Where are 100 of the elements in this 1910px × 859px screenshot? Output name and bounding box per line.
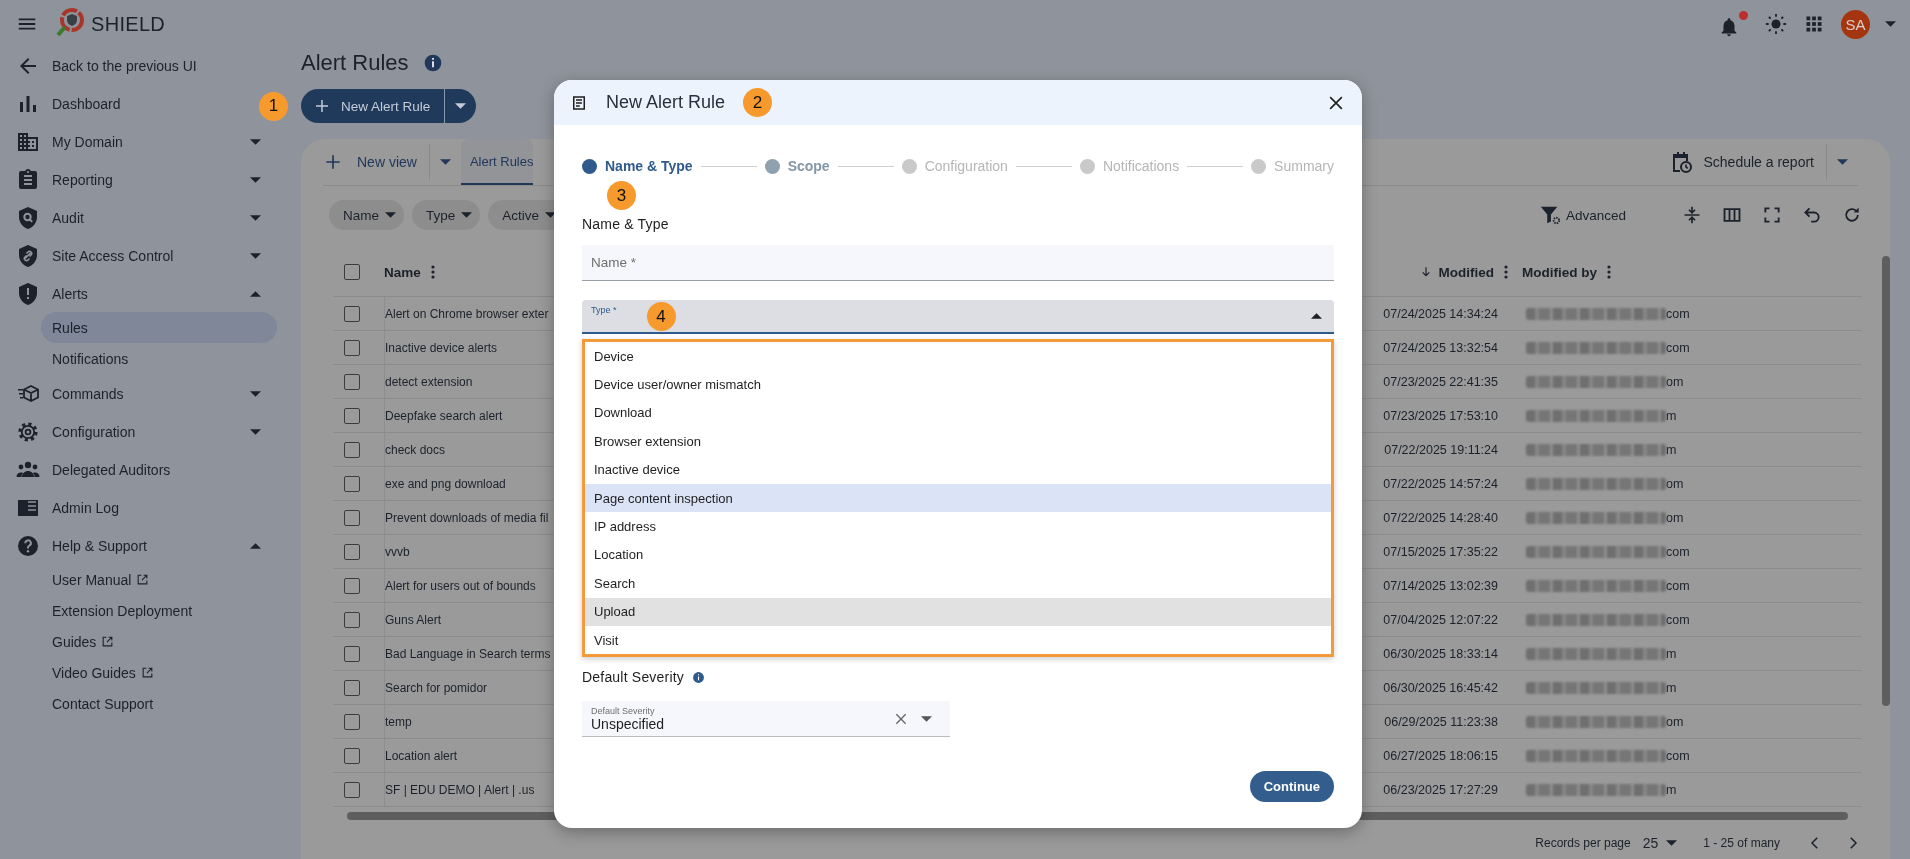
filter-chip[interactable]: Type (412, 200, 481, 230)
dropdown-option[interactable]: Location (585, 540, 1331, 570)
sidebar-item[interactable]: My Domain (0, 124, 290, 160)
sidebar-item[interactable]: Help & Support (0, 528, 290, 564)
table-cell-text: 07/22/2025 14:57:24 (1382, 476, 1499, 491)
columns-icon (1722, 205, 1742, 225)
page-size-select[interactable]: 25 (1638, 835, 1678, 851)
row-checkbox[interactable] (344, 543, 360, 560)
plus-icon (313, 97, 331, 115)
sidebar-item[interactable]: Back to the previous UI (0, 48, 290, 84)
sidebar-item[interactable]: Site Access Control (0, 238, 290, 274)
severity-select-field[interactable]: Default Severity Unspecified (582, 701, 950, 738)
table-cell-text: 07/22/2025 19:11:24 (1383, 442, 1499, 457)
theme-button[interactable] (1765, 13, 1787, 35)
name-input-field[interactable]: Name * (582, 245, 1334, 281)
callout-badge: 2 (743, 88, 773, 117)
undo-button[interactable] (1802, 205, 1822, 225)
dropdown-option[interactable]: Search (585, 569, 1331, 598)
dropdown-option[interactable]: Download (585, 398, 1331, 428)
sidebar-subitem[interactable]: Contact Support (41, 688, 277, 719)
chevron-down-icon (250, 391, 261, 397)
type-select-field[interactable]: Type * 4 (582, 300, 1334, 334)
settings-icon (16, 420, 40, 444)
sidebar-item[interactable]: Configuration (0, 414, 290, 450)
sidebar-item[interactable]: Audit (0, 200, 290, 236)
row-checkbox[interactable] (344, 713, 360, 730)
dropdown-option[interactable]: Visit (585, 625, 1331, 655)
avatar[interactable]: SA (1841, 9, 1870, 39)
help-icon (16, 534, 40, 558)
new-alert-rule-button[interactable]: New Alert Rule (301, 89, 477, 123)
sidebar-subitem[interactable]: Extension Deployment (41, 595, 277, 626)
caret-icon (1885, 21, 1896, 27)
row-checkbox[interactable] (344, 679, 360, 696)
sidebar-item[interactable]: Admin Log (0, 490, 290, 526)
advanced-filter-button[interactable]: Advanced (1538, 204, 1626, 226)
sidebar-subitem[interactable]: Video Guides (41, 657, 277, 688)
view-tab[interactable]: Alert Rules (460, 139, 534, 185)
row-checkbox[interactable] (344, 509, 360, 526)
account-menu-button[interactable] (1885, 21, 1896, 27)
table-cell: om (1666, 374, 1684, 389)
caret-icon (461, 212, 473, 218)
fullscreen-button[interactable] (1762, 205, 1782, 225)
page-range: 1 - 25 of many (1703, 836, 1780, 850)
continue-button[interactable]: Continue (1249, 771, 1334, 803)
column-label: Modified by (1522, 264, 1597, 280)
column-header[interactable]: Modified by (1522, 264, 1611, 280)
sun-icon (1765, 13, 1787, 35)
apps-button[interactable] (1804, 14, 1824, 34)
row-checkbox[interactable] (344, 339, 360, 356)
grid-icon (1804, 14, 1824, 34)
row-checkbox[interactable] (344, 373, 360, 390)
sidebar-subitem[interactable]: User Manual (41, 564, 277, 595)
dropdown-option[interactable]: IP address (585, 512, 1331, 541)
row-checkbox[interactable] (344, 407, 360, 424)
dropdown-option[interactable]: Upload (585, 597, 1331, 626)
refresh-button[interactable] (1842, 205, 1862, 225)
chevron-up-icon (250, 291, 261, 297)
table-cell-text: 07/24/2025 14:34:24 (1382, 306, 1499, 321)
dropdown-option[interactable]: Page content inspection (585, 483, 1331, 513)
sidebar-subitem[interactable]: Rules (41, 312, 277, 343)
sidebar-subitem[interactable]: Notifications (41, 343, 277, 374)
dropdown-option[interactable]: Device user/owner mismatch (585, 370, 1331, 399)
schedule-report-button[interactable]: Schedule a report (1669, 144, 1827, 180)
callout-badge: 4 (646, 302, 676, 331)
chevron-down-icon (250, 177, 261, 183)
vertical-scrollbar[interactable] (1882, 256, 1890, 706)
section-title: Name & Type (582, 216, 670, 232)
columns-button[interactable] (1722, 205, 1742, 225)
row-checkbox[interactable] (344, 305, 360, 322)
dropdown-option[interactable]: Device (585, 342, 1331, 371)
row-checkbox[interactable] (344, 611, 360, 628)
table-cell: check docs (384, 433, 450, 466)
shield-search-icon (16, 206, 40, 230)
table-cell: Prevent downloads of media fil (384, 501, 553, 534)
sidebar-item[interactable]: Alerts (0, 276, 290, 312)
table-cell: m (1666, 782, 1677, 797)
new-view-button[interactable]: New view (323, 144, 430, 180)
density-icon (1682, 205, 1702, 225)
callout-badge: 3 (607, 181, 636, 210)
dropdown-option[interactable]: Browser extension (585, 427, 1331, 456)
row-checkbox[interactable] (344, 577, 360, 594)
sidebar-item[interactable]: Reporting (0, 162, 290, 198)
density-button[interactable] (1682, 205, 1702, 225)
sidebar-item[interactable]: Commands (0, 376, 290, 412)
column-header[interactable]: Modified (1418, 264, 1522, 280)
sidebar-item[interactable]: Delegated Auditors (0, 452, 290, 488)
row-checkbox[interactable] (344, 645, 360, 662)
row-checkbox[interactable] (344, 747, 360, 764)
filter-chip[interactable]: Name (329, 200, 404, 230)
caret-icon (1837, 159, 1848, 165)
row-checkbox[interactable] (344, 441, 360, 458)
column-header[interactable]: Name (384, 264, 435, 280)
sidebar-subitem[interactable]: Guides (41, 626, 277, 657)
dropdown-option[interactable]: Inactive device (585, 455, 1331, 484)
row-checkbox[interactable] (344, 781, 360, 798)
table-cell-text: 07/04/2025 12:07:22 (1382, 612, 1499, 627)
chevron-down-icon (250, 215, 261, 221)
select-all-checkbox[interactable] (344, 264, 360, 280)
row-checkbox[interactable] (344, 475, 360, 492)
dialog-title: New Alert Rule (606, 92, 726, 113)
